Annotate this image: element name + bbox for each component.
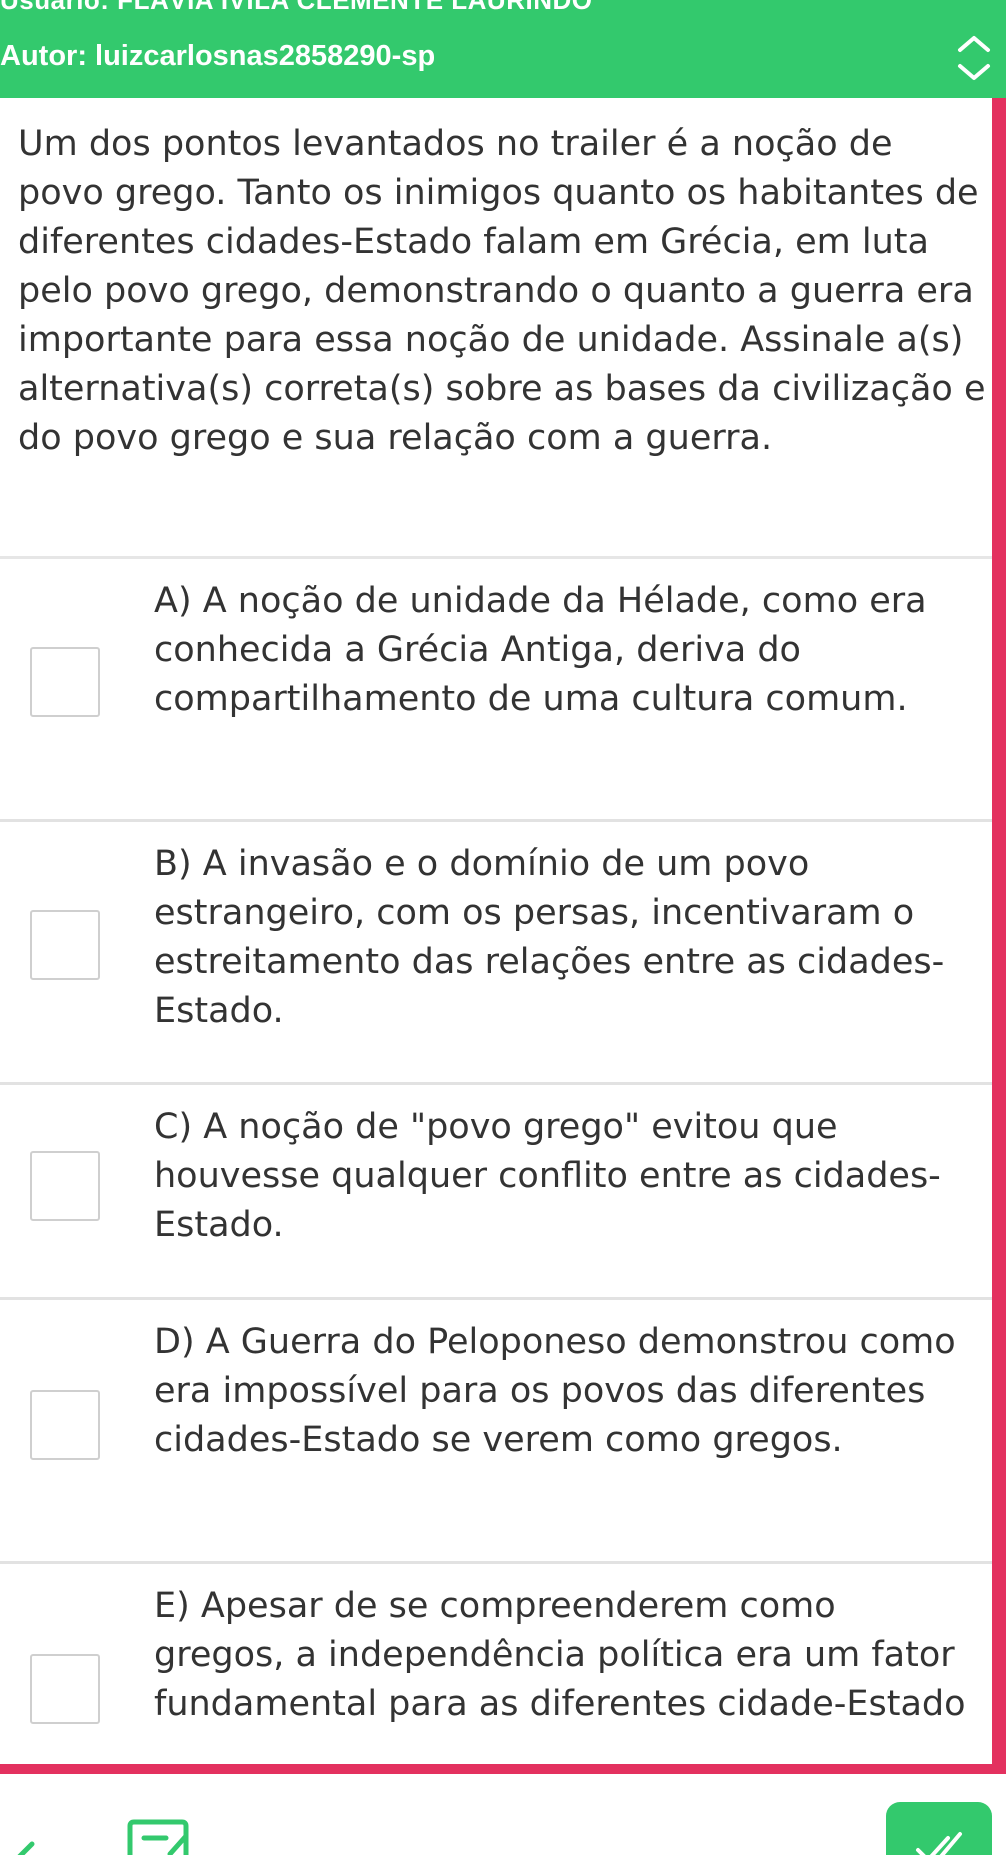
option-d[interactable]: D) A Guerra do Peloponeso demonstrou com… [0, 1300, 992, 1561]
option-c-text: C) A noção de "povo grego" evitou que ho… [154, 1107, 941, 1245]
option-b-text: B) A invasão e o domínio de um povo estr… [154, 844, 945, 1031]
option-e[interactable]: E) Apesar de se compreenderem como grego… [0, 1564, 992, 1764]
option-c[interactable]: C) A noção de "povo grego" evitou que ho… [0, 1085, 992, 1297]
option-a[interactable]: A) A noção de unidade da Hélade, como er… [0, 559, 992, 819]
option-e-text: E) Apesar de se compreenderem como grego… [154, 1586, 966, 1724]
option-b[interactable]: B) A invasão e o domínio de um povo estr… [0, 822, 992, 1082]
card-bottom-border [0, 1764, 1006, 1774]
arrow-left-icon[interactable] [10, 1832, 60, 1855]
option-e-checkbox[interactable] [30, 1654, 100, 1724]
option-a-checkbox[interactable] [30, 647, 100, 717]
author-label: Autor: luizcarlosnas2858290-sp [0, 40, 436, 72]
card-right-border [992, 98, 1006, 1774]
chevron-up-down-icon[interactable] [954, 32, 994, 84]
notes-edit-icon[interactable] [126, 1818, 192, 1855]
option-a-text: A) A noção de unidade da Hélade, como er… [154, 581, 927, 719]
option-d-text: D) A Guerra do Peloponeso demonstrou com… [154, 1322, 956, 1460]
option-d-checkbox[interactable] [30, 1390, 100, 1460]
header-bar: Usuário: FLÁVIA ÍVILA CLEMENTE LAURINDO … [0, 0, 1006, 98]
bottom-toolbar [0, 1774, 1006, 1855]
option-b-checkbox[interactable] [30, 910, 100, 980]
option-c-checkbox[interactable] [30, 1151, 100, 1221]
user-name-label: Usuário: FLÁVIA ÍVILA CLEMENTE LAURINDO [0, 0, 593, 15]
question-text: Um dos pontos levantados no trailer é a … [18, 124, 986, 458]
confirm-button[interactable] [886, 1802, 992, 1855]
double-check-icon [916, 1832, 962, 1855]
